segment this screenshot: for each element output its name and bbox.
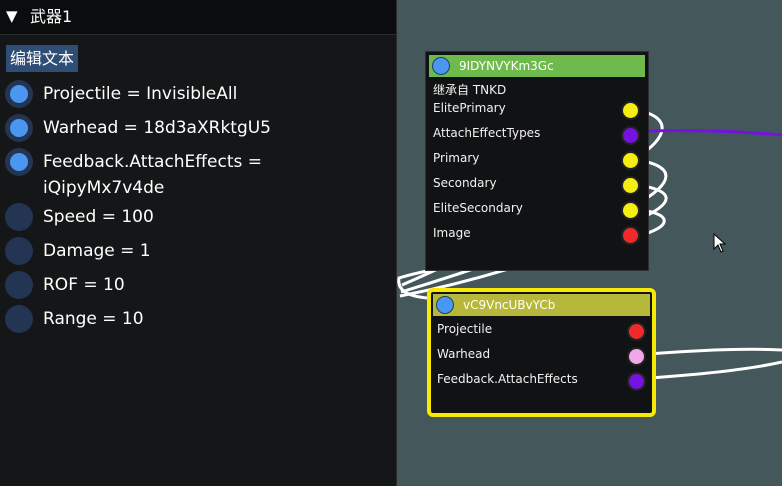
pin-row-projectile: Projectile <box>437 320 492 342</box>
pin-row-elitesecondary: EliteSecondary <box>433 199 523 221</box>
output-pin-attacheffecttypes[interactable] <box>621 126 640 145</box>
wire-attacheffecttypes[interactable] <box>636 129 782 137</box>
property-label: Damage = 1 <box>43 241 151 261</box>
properties-panel: ▼ 武器1 编辑文本 Projectile = InvisibleAll War… <box>0 0 397 486</box>
output-pin-projectile[interactable] <box>627 322 646 341</box>
property-set-indicator-icon[interactable] <box>5 148 33 176</box>
property-label: ROF = 10 <box>43 275 125 295</box>
node-title: 9IDYNVYKm3Gc <box>459 59 554 73</box>
pin-label: Primary <box>433 151 480 165</box>
pin-row-attacheffecttypes: AttachEffectTypes <box>433 124 540 146</box>
wire-feedback-attacheffects[interactable] <box>634 360 782 381</box>
node-vc9vncubvycb[interactable]: vC9VncUBvYCb Projectile Warhead Feedback… <box>427 288 656 417</box>
output-pin-eliteprimary[interactable] <box>621 101 640 120</box>
mouse-cursor-icon <box>713 233 727 253</box>
panel-title-bar[interactable]: ▼ 武器1 <box>0 0 396 35</box>
node-status-icon <box>432 57 450 75</box>
property-range[interactable]: Range = 10 <box>5 305 395 333</box>
node-9idynvykm3gc[interactable]: 9IDYNVYKm3Gc 继承自 TNKD ElitePrimary Attac… <box>425 51 649 271</box>
pin-label: ElitePrimary <box>433 101 506 115</box>
property-set-indicator-icon[interactable] <box>5 114 33 142</box>
node-inherit-label: 继承自 TNKD <box>433 83 507 97</box>
pin-row-image: Image <box>433 224 471 246</box>
output-pin-feedback-attacheffects[interactable] <box>627 372 646 391</box>
pin-label: Feedback.AttachEffects <box>437 372 578 386</box>
property-rof[interactable]: ROF = 10 <box>5 271 395 299</box>
collapse-triangle-icon[interactable]: ▼ <box>6 7 18 25</box>
output-pin-secondary[interactable] <box>621 176 640 195</box>
pin-label: Warhead <box>437 347 491 361</box>
output-pin-primary[interactable] <box>621 151 640 170</box>
property-warhead[interactable]: Warhead = 18d3aXRktgU5 <box>5 114 395 142</box>
pin-label: AttachEffectTypes <box>433 126 541 140</box>
property-label: Speed = 100 <box>43 207 154 227</box>
pin-row-primary: Primary <box>433 149 479 171</box>
pin-label: Projectile <box>437 322 493 336</box>
property-unset-indicator-icon[interactable] <box>5 271 33 299</box>
output-pin-warhead[interactable] <box>627 347 646 366</box>
property-label: Range = 10 <box>43 309 144 329</box>
wire-warhead[interactable] <box>634 347 782 357</box>
property-label: Feedback.AttachEffects = iQipyMx7v4de <box>43 152 262 198</box>
property-speed[interactable]: Speed = 100 <box>5 203 395 231</box>
property-unset-indicator-icon[interactable] <box>5 203 33 231</box>
output-pin-elitesecondary[interactable] <box>621 201 640 220</box>
property-feedback-attacheffects[interactable]: Feedback.AttachEffects = iQipyMx7v4de <box>5 148 395 200</box>
property-projectile[interactable]: Projectile = InvisibleAll <box>5 80 395 108</box>
pin-row-feedback-attacheffects: Feedback.AttachEffects <box>437 370 578 392</box>
node-status-icon <box>436 296 454 314</box>
pin-label: EliteSecondary <box>433 201 523 215</box>
panel-title: 武器1 <box>30 7 73 26</box>
property-unset-indicator-icon[interactable] <box>5 237 33 265</box>
pin-row-secondary: Secondary <box>433 174 497 196</box>
pin-label: Secondary <box>433 176 497 190</box>
output-pin-image[interactable] <box>621 226 640 245</box>
property-label: Projectile = InvisibleAll <box>43 84 238 104</box>
pin-row-warhead: Warhead <box>437 345 490 367</box>
node-header[interactable]: vC9VncUBvYCb <box>433 294 650 316</box>
node-header[interactable]: 9IDYNVYKm3Gc <box>429 55 645 77</box>
property-damage[interactable]: Damage = 1 <box>5 237 395 265</box>
property-label: Warhead = 18d3aXRktgU5 <box>43 118 271 138</box>
pin-label: Image <box>433 226 471 240</box>
property-unset-indicator-icon[interactable] <box>5 305 33 333</box>
property-set-indicator-icon[interactable] <box>5 80 33 108</box>
edit-text-button[interactable]: 编辑文本 <box>6 45 79 72</box>
pin-row-eliteprimary: ElitePrimary <box>433 99 506 121</box>
node-title: vC9VncUBvYCb <box>463 298 556 312</box>
